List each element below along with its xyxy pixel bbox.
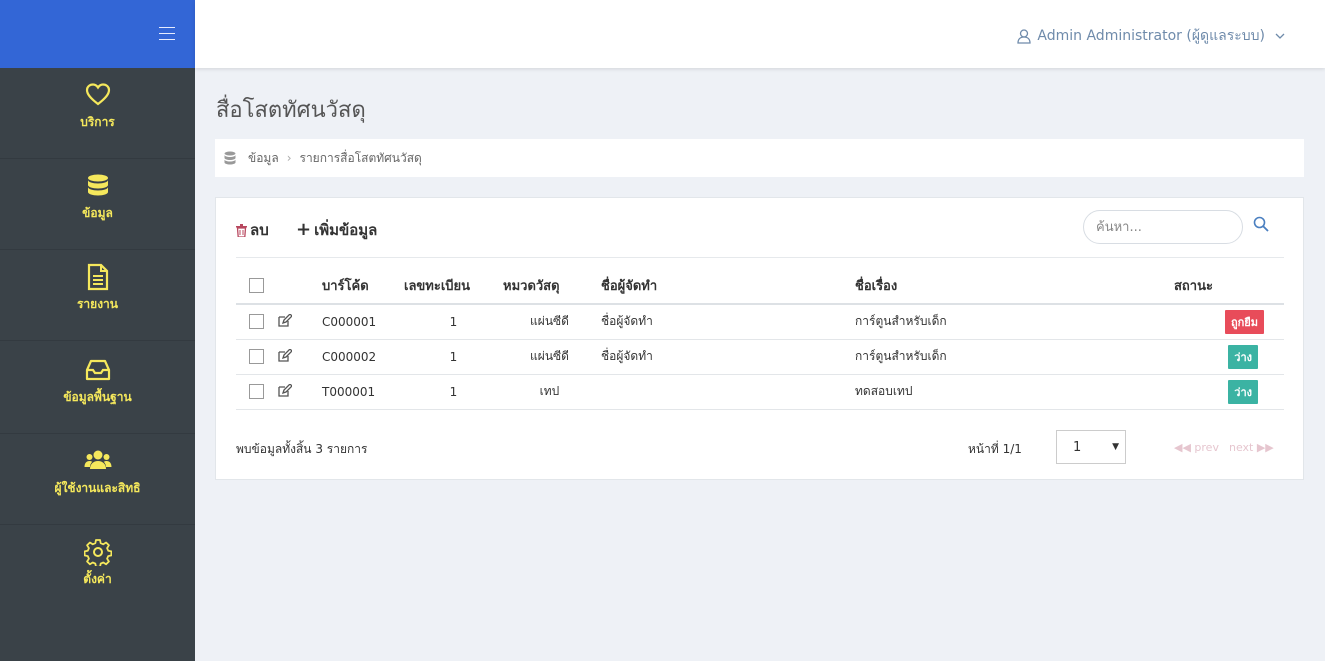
column-header-producer[interactable]: ชื่อผู้จัดทำ xyxy=(596,268,855,305)
prev-label: prev xyxy=(1194,441,1219,454)
sidebar-item-label: บริการ xyxy=(80,115,115,129)
database-icon xyxy=(87,174,108,196)
user-icon xyxy=(1017,28,1032,44)
breadcrumb-separator-icon: › xyxy=(286,151,292,165)
sidebar: บริการ ข้อมูล รายงาน ข้อมูลพื้นฐาน ผู้ใช… xyxy=(0,0,195,661)
edit-icon[interactable] xyxy=(278,347,293,362)
row-checkbox[interactable] xyxy=(249,384,264,399)
table-row[interactable]: C000002 1 แผ่นซีดี ชื่อผู้จัดทำ การ์ตูนส… xyxy=(236,339,1284,375)
row-checkbox[interactable] xyxy=(249,314,264,330)
cell-title: ทดสอบเทป xyxy=(855,374,1174,410)
document-icon xyxy=(87,263,108,291)
user-menu[interactable]: Admin Administrator (ผู้ดูแลระบบ) xyxy=(1017,25,1285,47)
sidebar-item-services[interactable]: บริการ xyxy=(0,81,195,159)
table-header-row: บาร์โค้ด เลขทะเบียน หมวดวัสดุ ชื่อผู้จัด… xyxy=(236,268,1284,305)
record-count: พบข้อมูลทั้งสิ้น 3 รายการ xyxy=(236,442,368,456)
sidebar-item-label: ข้อมูล xyxy=(82,206,113,220)
cell-reg-no: 1 xyxy=(404,374,503,410)
heart-icon xyxy=(85,83,110,106)
double-right-arrow-icon: ▶▶ xyxy=(1256,441,1274,454)
sidebar-header xyxy=(0,0,195,68)
sidebar-item-master-data[interactable]: ข้อมูลพื้นฐาน xyxy=(0,356,195,434)
edit-column-header xyxy=(276,268,322,305)
breadcrumb-current: รายการสื่อโสตทัศนวัสดุ xyxy=(299,150,422,165)
next-label: next xyxy=(1228,441,1254,454)
toolbar-divider xyxy=(236,257,1284,258)
add-label: เพิ่มข้อมูล xyxy=(314,221,378,239)
select-all-checkbox[interactable] xyxy=(249,278,264,293)
cell-title: การ์ตูนสำหรับเด็ก xyxy=(855,339,1174,375)
users-icon xyxy=(84,450,111,469)
top-bar: Admin Administrator (ผู้ดูแลระบบ) xyxy=(195,0,1325,68)
content-panel: ลบ + เพิ่มข้อมูล บาร์โค้ด เลขทะเบียน หมว… xyxy=(215,197,1304,480)
sidebar-item-label: ข้อมูลพื้นฐาน xyxy=(63,390,132,404)
plus-icon: + xyxy=(296,219,312,240)
row-checkbox[interactable] xyxy=(249,349,264,364)
cell-barcode: T000001 xyxy=(322,374,404,410)
sidebar-item-settings[interactable]: ตั้งค่า xyxy=(0,538,195,616)
gear-icon xyxy=(83,539,112,566)
chevron-down-icon xyxy=(1275,33,1285,39)
sidebar-item-reports[interactable]: รายงาน xyxy=(0,263,195,341)
trash-icon xyxy=(236,223,247,237)
user-name: Admin Administrator (ผู้ดูแลระบบ) xyxy=(1037,28,1265,44)
cell-barcode: C000002 xyxy=(322,339,404,375)
cell-reg-no: 1 xyxy=(404,339,503,375)
database-icon xyxy=(224,151,236,165)
cell-category: แผ่นซีดี xyxy=(503,339,596,375)
page-indicator: หน้าที่ 1/1 xyxy=(968,442,1022,456)
cell-title: การ์ตูนสำหรับเด็ก xyxy=(855,304,1174,340)
cell-producer xyxy=(596,374,855,410)
delete-label: ลบ xyxy=(250,221,269,239)
column-header-status[interactable]: สถานะ xyxy=(1174,268,1284,305)
sidebar-item-label: ผู้ใช้งานและสิทธิ xyxy=(54,481,141,495)
search-icon[interactable] xyxy=(1253,216,1269,232)
page-select[interactable]: 1 ▼ xyxy=(1056,430,1126,464)
status-badge: ว่าง xyxy=(1228,379,1258,404)
sidebar-item-label: รายงาน xyxy=(76,297,118,311)
cell-reg-no: 1 xyxy=(404,304,503,340)
pagination: ◀◀ prev next ▶▶ xyxy=(1174,441,1274,454)
next-button[interactable]: next ▶▶ xyxy=(1229,441,1274,454)
table-row[interactable]: T000001 1 เทป ทดสอบเทป ว่าง xyxy=(236,374,1284,410)
table-row[interactable]: C000001 1 แผ่นซีดี ชื่อผู้จัดทำ การ์ตูนส… xyxy=(236,304,1284,340)
search-input[interactable] xyxy=(1083,210,1243,244)
page-title: สื่อโสตทัศนวัสดุ xyxy=(216,98,366,123)
double-left-arrow-icon: ◀◀ xyxy=(1174,441,1191,454)
column-header-reg-no[interactable]: เลขทะเบียน xyxy=(404,268,503,305)
cell-producer: ชื่อผู้จัดทำ xyxy=(596,304,855,340)
dropdown-arrow-icon: ▼ xyxy=(1112,442,1119,452)
cell-category: แผ่นซีดี xyxy=(503,304,596,340)
delete-button[interactable]: ลบ xyxy=(236,218,269,242)
breadcrumb-root[interactable]: ข้อมูล xyxy=(248,149,279,168)
column-header-category[interactable]: หมวดวัสดุ xyxy=(503,268,596,305)
cell-category: เทป xyxy=(503,374,596,410)
menu-toggle-icon[interactable] xyxy=(159,27,175,40)
edit-icon[interactable] xyxy=(278,312,293,327)
sidebar-item-users[interactable]: ผู้ใช้งานและสิทธิ xyxy=(0,447,195,525)
inbox-icon xyxy=(85,359,110,381)
column-header-title[interactable]: ชื่อเรื่อง xyxy=(855,268,1174,305)
add-button[interactable]: + เพิ่มข้อมูล xyxy=(296,218,377,242)
breadcrumb: ข้อมูล › รายการสื่อโสตทัศนวัสดุ xyxy=(215,139,1304,177)
cell-producer: ชื่อผู้จัดทำ xyxy=(596,339,855,375)
edit-icon[interactable] xyxy=(278,382,293,397)
status-badge: ถูกยืม xyxy=(1224,309,1264,334)
data-table: บาร์โค้ด เลขทะเบียน หมวดวัสดุ ชื่อผู้จัด… xyxy=(236,268,1284,410)
cell-barcode: C000001 xyxy=(322,304,404,340)
sidebar-item-data[interactable]: ข้อมูล xyxy=(0,172,195,250)
sidebar-item-label: ตั้งค่า xyxy=(83,572,112,586)
prev-button[interactable]: ◀◀ prev xyxy=(1174,441,1219,454)
column-header-barcode[interactable]: บาร์โค้ด xyxy=(322,268,404,305)
status-badge: ว่าง xyxy=(1228,344,1258,369)
page-select-value: 1 xyxy=(1073,439,1082,455)
